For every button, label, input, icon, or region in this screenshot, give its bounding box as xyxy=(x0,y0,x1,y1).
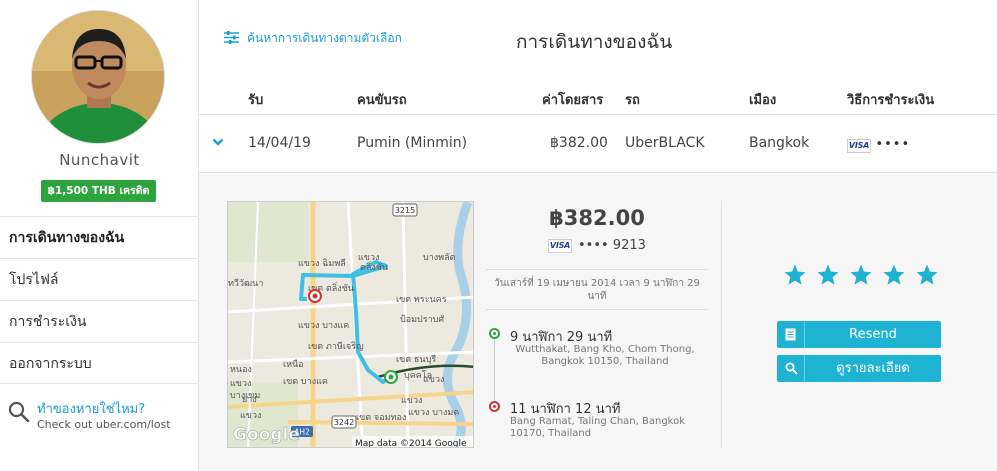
trip-map[interactable]: 3215 3242 AH2 แขวง ฉิมพลี แขวง ตลิ่งชัน … xyxy=(227,201,474,448)
trip-fare: ฿382.00 xyxy=(550,135,608,151)
trip-driver: Pumin (Minmin) xyxy=(357,135,468,151)
sidebar-item-profile[interactable]: โปรไฟล์ xyxy=(0,258,199,300)
map-label: ยาง xyxy=(242,395,257,405)
resend-label: Resend xyxy=(849,327,897,342)
pickup-address: Wutthakat, Bang Kho, Chom Thong, Bangkok… xyxy=(515,344,695,367)
road-shield-3242: 3242 xyxy=(334,418,354,427)
dropoff-dot-icon xyxy=(489,401,500,412)
map-label: แขวง xyxy=(240,411,261,421)
filter-sliders-icon xyxy=(224,31,239,44)
lost-items-sub: Check out uber.com/lost xyxy=(37,418,171,431)
col-header-city[interactable]: เมือง xyxy=(749,89,776,110)
trip-date: 14/04/19 xyxy=(248,135,311,151)
star-icon[interactable] xyxy=(783,263,807,287)
credit-badge: ฿1,500 THB เครดิต xyxy=(41,180,156,202)
rating-stars xyxy=(783,263,943,289)
map-label: เหนือ xyxy=(283,359,304,370)
card-dots: •••• xyxy=(875,137,911,152)
dropoff-marker xyxy=(308,289,322,303)
avatar[interactable] xyxy=(31,10,165,144)
road-shield-3215: 3215 xyxy=(395,206,415,215)
star-icon[interactable] xyxy=(849,263,873,287)
sidebar-nav: การเดินทางของฉัน โปรไฟล์ การชำระเงิน ออก… xyxy=(0,216,199,384)
map-label: เขต จอมทอง xyxy=(356,413,406,423)
visa-card-icon: VISA xyxy=(548,238,572,253)
map-label: ทวีวัฒนา xyxy=(228,278,263,289)
chevron-down-icon[interactable] xyxy=(212,136,224,148)
map-attribution: Map data ©2014 Google xyxy=(355,439,467,448)
column-divider xyxy=(721,201,722,448)
view-details-button[interactable]: ดูรายละเอียด xyxy=(777,355,941,382)
main: ค้นหาการเดินทางตามตัวเลือก การเดินทางของ… xyxy=(199,0,997,471)
star-icon[interactable] xyxy=(882,263,906,287)
map-label: แขวง xyxy=(401,396,422,406)
trip-car: UberBLACK xyxy=(625,135,705,151)
divider xyxy=(486,269,708,270)
route-timeline xyxy=(494,331,495,411)
col-header-driver[interactable]: คนขับรถ xyxy=(357,89,407,110)
lost-items-link[interactable]: ทำของหายใช่ไหม? xyxy=(37,398,145,419)
map-label: ป้อมปราบศั xyxy=(400,314,444,325)
pickup-marker xyxy=(384,370,398,384)
sidebar-item-logout[interactable]: ออกจากระบบ xyxy=(0,342,199,384)
trip-city: Bangkok xyxy=(749,135,810,151)
map-label: เขต พระนคร xyxy=(396,295,447,305)
receipt-icon xyxy=(785,328,796,341)
star-icon[interactable] xyxy=(915,263,939,287)
sidebar: Nunchavit ฿1,500 THB เครดิต การเดินทางขอ… xyxy=(0,0,199,471)
map-label: แขวง บางมด xyxy=(408,408,459,418)
map-label: เขต ภาษีเจริญ xyxy=(308,341,364,352)
fare-total: ฿382.00 xyxy=(549,206,645,230)
map-label: แขวง xyxy=(423,375,444,385)
divider xyxy=(486,309,708,310)
col-header-pickup[interactable]: รับ xyxy=(248,89,263,110)
col-header-payment-method[interactable]: วิธีการชำระเงิน xyxy=(847,89,934,110)
map-label: แขวง xyxy=(358,253,379,263)
dropoff-address: Bang Ramat, Taling Chan, Bangkok 10170, … xyxy=(510,416,686,439)
lost-items: ทำของหายใช่ไหม? Check out uber.com/lost xyxy=(8,397,193,437)
map-label: เขต ธนบุรี xyxy=(396,354,436,365)
resend-button[interactable]: Resend xyxy=(777,321,941,348)
view-details-label: ดูรายละเอียด xyxy=(836,361,910,376)
pickup-dot-icon xyxy=(489,328,500,339)
fare-summary: ฿382.00 VISA •••• 9213 วันเสาร์ที่ 19 เมษ… xyxy=(486,201,708,448)
star-icon[interactable] xyxy=(816,263,840,287)
map-label: เขต บางแค xyxy=(283,377,328,387)
username: Nunchavit xyxy=(59,151,140,169)
trip-payment: VISA •••• xyxy=(847,136,910,153)
col-header-fare[interactable]: ค่าโดยสาร xyxy=(542,89,603,110)
google-logo: Google xyxy=(233,425,300,445)
map-label: บางพลัด xyxy=(423,253,456,263)
sidebar-item-my-trips[interactable]: การเดินทางของฉัน xyxy=(0,216,199,258)
page-title: การเดินทางของฉัน xyxy=(516,31,673,53)
payment-card: VISA •••• 9213 xyxy=(548,238,646,253)
col-header-car[interactable]: รถ xyxy=(625,89,640,110)
map-label: แขวง xyxy=(230,379,251,389)
search-icon xyxy=(8,401,30,423)
magnifier-icon xyxy=(785,362,798,375)
map-label: แขวง บางแค xyxy=(298,321,349,331)
trip-datetime: วันเสาร์ที่ 19 เมษายน 2014 เวลา 9 นาฬิกา… xyxy=(494,278,700,302)
card-last-digits: •••• 9213 xyxy=(578,238,646,253)
table-row[interactable]: 14/04/19 Pumin (Minmin) ฿382.00 UberBLAC… xyxy=(199,115,997,172)
filter-label: ค้นหาการเดินทางตามตัวเลือก xyxy=(247,31,402,45)
map-label: หนอง xyxy=(230,365,252,375)
sidebar-item-payment[interactable]: การชำระเงิน xyxy=(0,300,199,342)
visa-card-icon: VISA xyxy=(847,139,871,153)
map-label: แขวง ฉิมพลี xyxy=(298,258,346,269)
trip-detail-panel: 3215 3242 AH2 แขวง ฉิมพลี แขวง ตลิ่งชัน … xyxy=(199,172,997,471)
